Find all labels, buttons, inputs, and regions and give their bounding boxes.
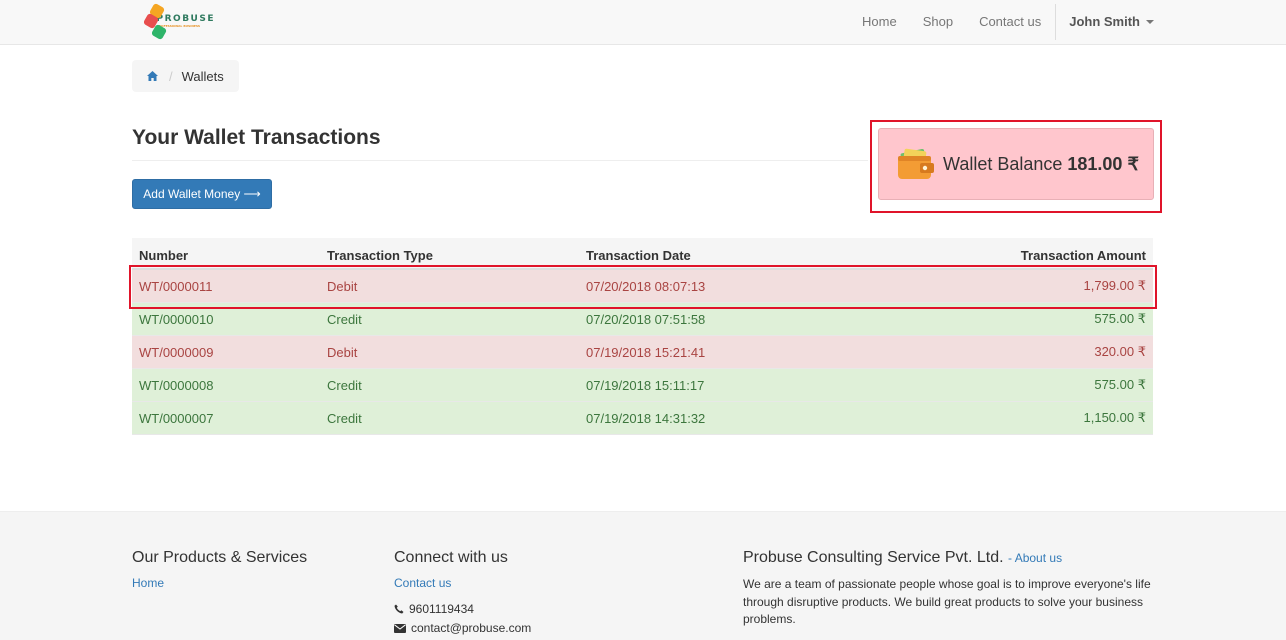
page-title: Your Wallet Transactions bbox=[132, 126, 381, 149]
footer-connect-title: Connect with us bbox=[394, 549, 508, 566]
caret-down-icon bbox=[1146, 20, 1154, 24]
envelope-icon bbox=[394, 623, 406, 633]
cell-number: WT/0000009 bbox=[139, 344, 214, 360]
footer-phone-number: 9601119434 bbox=[409, 602, 474, 616]
footer-company-title: Probuse Consulting Service Pvt. Ltd. - A… bbox=[743, 549, 1063, 566]
footer-connect-section: Connect with us Contact us 9601119434 co… bbox=[394, 549, 531, 640]
row-highlight-outline bbox=[129, 265, 1157, 309]
footer-products-section: Our Products & Services Home bbox=[132, 549, 307, 602]
cell-date: 07/20/2018 07:51:58 bbox=[586, 311, 706, 327]
breadcrumb-current: Wallets bbox=[181, 68, 224, 84]
user-name: John Smith bbox=[1069, 14, 1140, 29]
cell-type: Credit bbox=[327, 410, 362, 426]
brand-tagline: PROFESSIONAL BUSINESS bbox=[156, 23, 201, 28]
top-navbar: PROBUSE PROFESSIONAL BUSINESS Home Shop … bbox=[0, 0, 1286, 45]
footer: Our Products & Services Home Connect wit… bbox=[0, 511, 1286, 640]
cell-amount: 575.00 ₹ bbox=[1094, 311, 1146, 326]
header-amount: Transaction Amount bbox=[1020, 248, 1146, 263]
footer-email: contact@probuse.com bbox=[394, 621, 531, 635]
wallet-balance-value: 181.00 ₹ bbox=[1067, 153, 1139, 174]
cell-date: 07/19/2018 15:21:41 bbox=[586, 344, 706, 360]
header-type: Transaction Type bbox=[327, 248, 433, 263]
nav-home-link[interactable]: Home bbox=[849, 0, 910, 44]
wallet-icon bbox=[898, 148, 934, 179]
table-row[interactable]: WT/0000007 Credit 07/19/2018 14:31:32 1,… bbox=[132, 402, 1153, 435]
cell-date: 07/19/2018 15:11:17 bbox=[586, 377, 705, 393]
cell-number: WT/0000008 bbox=[139, 377, 214, 393]
logo-hex-icon bbox=[142, 2, 168, 41]
title-divider bbox=[132, 160, 868, 161]
wallet-balance-label: Wallet Balance bbox=[943, 153, 1063, 174]
header-date: Transaction Date bbox=[586, 248, 691, 263]
brand-logo[interactable]: PROBUSE PROFESSIONAL BUSINESS bbox=[142, 2, 215, 41]
cell-amount: 575.00 ₹ bbox=[1094, 377, 1146, 392]
footer-about-link[interactable]: - About us bbox=[1008, 551, 1062, 565]
cell-amount: 320.00 ₹ bbox=[1094, 344, 1146, 359]
footer-products-title: Our Products & Services bbox=[132, 549, 308, 566]
header-number: Number bbox=[139, 248, 189, 263]
cell-number: WT/0000007 bbox=[139, 410, 214, 426]
cell-number: WT/0000010 bbox=[139, 311, 214, 327]
footer-home-link[interactable]: Home bbox=[132, 576, 307, 590]
table-row[interactable]: WT/0000009 Debit 07/19/2018 15:21:41 320… bbox=[132, 336, 1153, 369]
add-wallet-money-button[interactable]: Add Wallet Money ⟶ bbox=[132, 179, 272, 209]
table-row[interactable]: WT/0000008 Credit 07/19/2018 15:11:17 57… bbox=[132, 369, 1153, 402]
footer-contact-link[interactable]: Contact us bbox=[394, 576, 531, 590]
nav-menu: Home Shop Contact us John Smith bbox=[849, 0, 1286, 44]
nav-shop-link[interactable]: Shop bbox=[910, 0, 966, 44]
footer-company-description: We are a team of passionate people whose… bbox=[743, 577, 1151, 626]
cell-type: Credit bbox=[327, 377, 362, 393]
breadcrumb-separator: / bbox=[169, 68, 173, 84]
footer-email-address: contact@probuse.com bbox=[411, 621, 532, 635]
breadcrumb: / Wallets bbox=[132, 60, 239, 92]
cell-date: 07/19/2018 14:31:32 bbox=[586, 410, 706, 426]
user-menu-dropdown[interactable]: John Smith bbox=[1056, 0, 1286, 44]
footer-phone: 9601119434 bbox=[394, 602, 531, 616]
cell-type: Debit bbox=[327, 344, 358, 360]
cell-type: Credit bbox=[327, 311, 362, 327]
brand-name: PROBUSE PROFESSIONAL BUSINESS bbox=[156, 13, 215, 28]
phone-icon bbox=[394, 604, 404, 614]
cell-amount: 1,150.00 ₹ bbox=[1083, 410, 1147, 425]
home-icon[interactable] bbox=[147, 71, 158, 81]
nav-contact-link[interactable]: Contact us bbox=[966, 0, 1054, 44]
footer-company-section: Probuse Consulting Service Pvt. Ltd. - A… bbox=[743, 549, 1153, 629]
wallet-balance-panel: Wallet Balance 181.00 ₹ bbox=[878, 128, 1154, 200]
